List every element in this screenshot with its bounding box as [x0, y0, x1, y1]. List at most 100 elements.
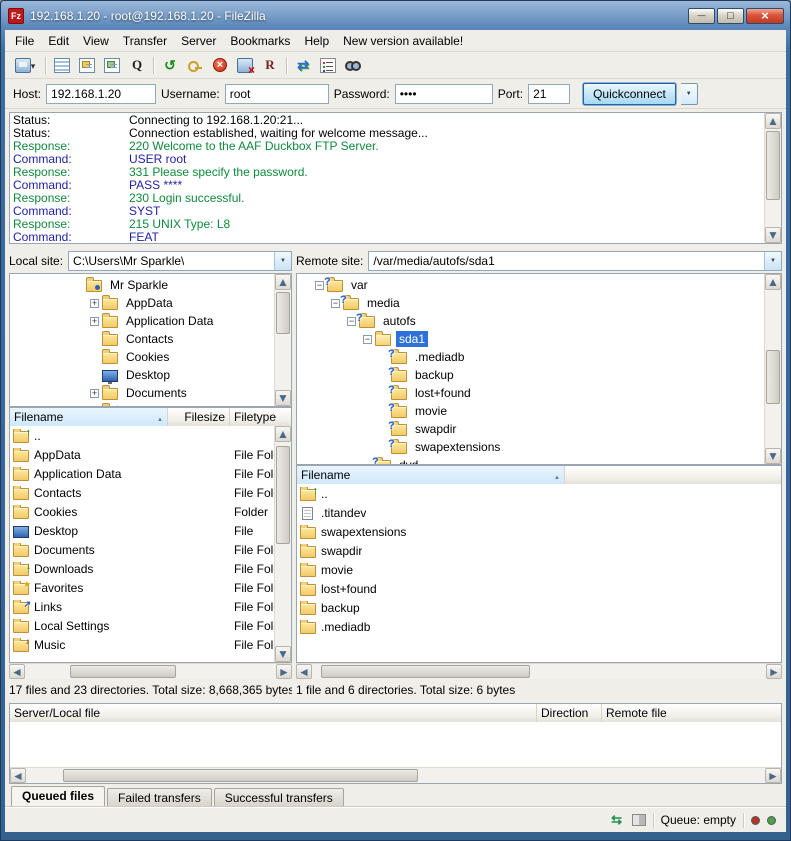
scroll-track[interactable]	[275, 442, 291, 646]
menu-view[interactable]: View	[76, 31, 116, 51]
file-row[interactable]: movie	[297, 560, 764, 579]
file-row[interactable]: Application DataFile Folder	[10, 464, 274, 483]
remote-site-combobox[interactable]: /var/media/autofs/sda1	[368, 251, 782, 271]
scroll-track[interactable]	[765, 129, 781, 227]
column-header-filename[interactable]: Filename	[10, 408, 168, 426]
find-button[interactable]	[341, 54, 365, 76]
scroll-up-button[interactable]	[275, 426, 291, 442]
tree-item[interactable]: Application Data	[10, 312, 274, 330]
menu-file[interactable]: File	[8, 31, 41, 51]
chevron-down-icon[interactable]	[274, 252, 291, 270]
reconnect-button[interactable]	[258, 54, 282, 76]
scroll-up-button[interactable]	[275, 274, 291, 290]
file-row[interactable]: ..	[297, 484, 764, 503]
scroll-thumb[interactable]	[276, 446, 290, 544]
file-row[interactable]: LinksFile Folder	[10, 597, 274, 616]
tab-failed-transfers[interactable]: Failed transfers	[107, 788, 212, 806]
toggle-message-log-button[interactable]	[50, 54, 74, 76]
scroll-down-button[interactable]	[275, 390, 291, 406]
tree-item[interactable]: swapextensions	[297, 438, 764, 456]
tree-item[interactable]: Cookies	[10, 348, 274, 366]
expander-icon[interactable]	[90, 389, 99, 398]
expander-icon[interactable]	[347, 317, 356, 326]
maximize-button[interactable]	[717, 8, 744, 24]
tree-item[interactable]: Documents	[10, 384, 274, 402]
username-input[interactable]	[225, 84, 329, 104]
file-row[interactable]: DesktopFile	[10, 521, 274, 540]
file-row[interactable]: .mediadb	[297, 617, 764, 636]
scroll-down-button[interactable]	[765, 227, 781, 243]
scroll-right-button[interactable]	[766, 664, 782, 679]
tree-item[interactable]: Mr Sparkle	[10, 276, 274, 294]
file-row[interactable]: DownloadsFile Folder	[10, 559, 274, 578]
file-row[interactable]: .titandev	[297, 503, 764, 522]
toggle-queue-button[interactable]	[125, 54, 149, 76]
tree-item[interactable]: swapdir	[297, 420, 764, 438]
scroll-track[interactable]	[25, 664, 276, 679]
menu-new-version[interactable]: New version available!	[336, 31, 470, 51]
tree-item-sda1[interactable]: sda1	[297, 330, 764, 348]
file-row[interactable]: ContactsFile Folder	[10, 483, 274, 502]
tree-item[interactable]: backup	[297, 366, 764, 384]
file-row[interactable]: MusicFile Folder	[10, 635, 274, 654]
local-tree-scrollbar[interactable]	[274, 274, 291, 406]
site-manager-button[interactable]	[9, 54, 41, 76]
file-row[interactable]: AppDataFile Folder	[10, 445, 274, 464]
scroll-thumb[interactable]	[276, 292, 290, 334]
scroll-left-button[interactable]	[10, 768, 26, 783]
file-row[interactable]: backup	[297, 598, 764, 617]
remote-list-hscrollbar[interactable]	[296, 663, 782, 679]
file-row[interactable]: FavoritesFile Folder	[10, 578, 274, 597]
host-input[interactable]	[46, 84, 156, 104]
scroll-thumb[interactable]	[766, 131, 780, 200]
expander-icon[interactable]	[90, 317, 99, 326]
process-queue-button[interactable]	[183, 54, 207, 76]
local-site-combobox[interactable]: C:\Users\Mr Sparkle\	[68, 251, 292, 271]
scroll-down-button[interactable]	[765, 448, 781, 464]
expander-icon[interactable]	[363, 335, 372, 344]
scroll-track[interactable]	[275, 290, 291, 390]
scroll-track[interactable]	[26, 768, 765, 783]
tree-item[interactable]: AppData	[10, 294, 274, 312]
file-row[interactable]: ..	[10, 426, 274, 445]
menu-help[interactable]: Help	[297, 31, 336, 51]
tree-item[interactable]: media	[297, 294, 764, 312]
local-list-scrollbar[interactable]	[274, 426, 291, 662]
tree-item[interactable]: lost+found	[297, 384, 764, 402]
tree-item[interactable]: dvd	[297, 456, 764, 464]
menu-transfer[interactable]: Transfer	[116, 31, 174, 51]
scroll-right-button[interactable]	[765, 768, 781, 783]
synchronized-browsing-status-icon[interactable]	[609, 813, 625, 828]
local-list-hscrollbar[interactable]	[9, 663, 292, 679]
file-row[interactable]: swapdir	[297, 541, 764, 560]
refresh-button[interactable]	[158, 54, 182, 76]
close-button[interactable]	[746, 8, 784, 24]
scroll-thumb[interactable]	[766, 350, 780, 404]
quickconnect-button[interactable]: Quickconnect	[583, 83, 676, 105]
column-header-filename[interactable]: Filename	[297, 466, 565, 484]
chevron-down-icon[interactable]	[764, 252, 781, 270]
remote-tree-scrollbar[interactable]	[764, 274, 781, 464]
toggle-local-tree-button[interactable]	[75, 54, 99, 76]
scroll-up-button[interactable]	[765, 113, 781, 129]
scroll-down-button[interactable]	[275, 646, 291, 662]
scroll-thumb[interactable]	[63, 769, 418, 782]
scroll-up-button[interactable]	[765, 274, 781, 290]
expander-icon[interactable]	[331, 299, 340, 308]
tree-item[interactable]: movie	[297, 402, 764, 420]
scroll-thumb[interactable]	[321, 665, 530, 678]
scroll-thumb[interactable]	[70, 665, 175, 678]
expander-icon[interactable]	[90, 299, 99, 308]
scroll-track[interactable]	[312, 664, 766, 679]
column-header-remote-file[interactable]: Remote file	[602, 704, 781, 722]
column-header-direction[interactable]: Direction	[537, 704, 602, 722]
file-row[interactable]: DocumentsFile Folder	[10, 540, 274, 559]
titlebar[interactable]: 192.168.1.20 - root@192.168.1.20 - FileZ…	[1, 1, 790, 28]
column-header-filetype[interactable]: Filetype	[230, 408, 291, 426]
file-row[interactable]: Local SettingsFile Folder	[10, 616, 274, 635]
cancel-button[interactable]	[208, 54, 232, 76]
file-row[interactable]: swapextensions	[297, 522, 764, 541]
synchronized-browsing-button[interactable]	[291, 54, 315, 76]
disconnect-button[interactable]	[233, 54, 257, 76]
menu-bookmarks[interactable]: Bookmarks	[223, 31, 297, 51]
